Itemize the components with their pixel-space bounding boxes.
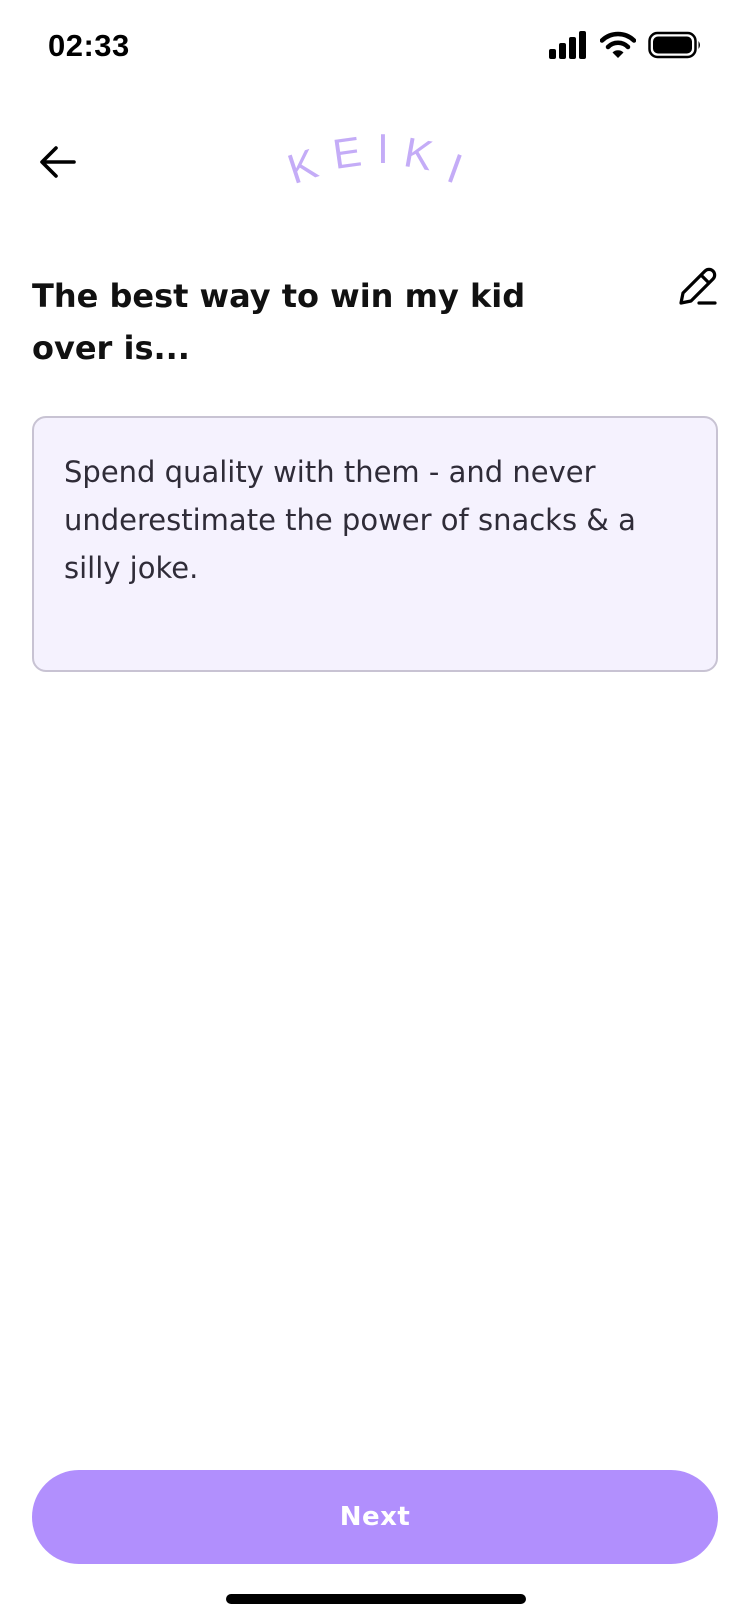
next-button[interactable]: Next [32, 1470, 718, 1564]
prompt-title: The best way to win my kid over is... [32, 277, 526, 367]
status-time: 02:33 [48, 28, 130, 63]
home-indicator [226, 1594, 526, 1604]
logo-letter: E [330, 128, 364, 178]
status-icons [548, 31, 702, 59]
signal-icon [548, 31, 588, 59]
logo-letter: I [377, 128, 389, 172]
battery-icon [648, 31, 702, 59]
wifi-icon [600, 31, 636, 59]
arrow-left-icon [40, 146, 76, 178]
logo-letter: K [285, 140, 323, 193]
back-button[interactable] [36, 140, 80, 184]
edit-button[interactable] [672, 262, 722, 312]
logo-letter: I [441, 144, 468, 192]
logo-letter: K [401, 128, 437, 179]
pencil-icon [679, 267, 717, 305]
answer-input[interactable]: Spend quality with them - and never unde… [32, 416, 718, 672]
keiki-logo: K E I K I [285, 128, 475, 198]
